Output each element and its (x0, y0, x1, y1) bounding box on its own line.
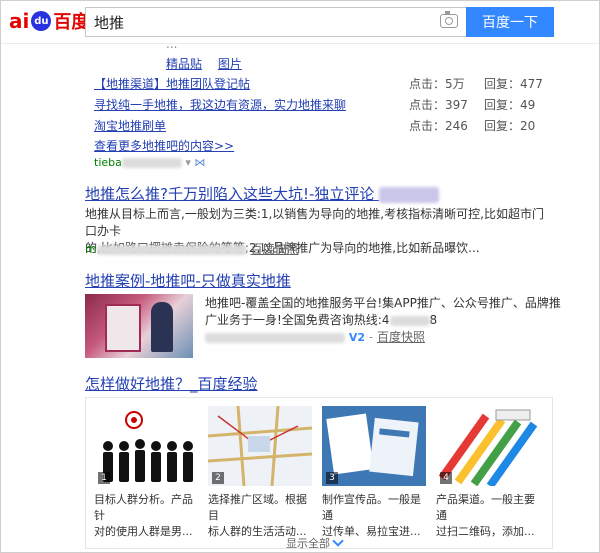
thread-title[interactable]: 【地推渠道】地推团队登记帖 (94, 75, 250, 92)
search-button[interactable]: 百度一下 (466, 7, 554, 37)
experience-image: 4 (436, 406, 540, 486)
abstract-text-tail: 8 (429, 313, 438, 327)
blurred-url (205, 332, 345, 343)
tab-images[interactable]: 图片 (218, 57, 242, 71)
thread-clicks: 点击：397 (409, 98, 468, 112)
experience-item[interactable]: 2 选择推广区域。根据目 标人群的生活活动... (208, 406, 312, 540)
thread-row: 寻找纯一手地推，我这边有资源，实力地推来聊 点击：397 回复：49 (94, 96, 554, 114)
experience-image: 1 (94, 406, 198, 486)
tieba-subtabs: 精品贴 图片 (166, 55, 254, 72)
logo-text-bai: ai (9, 9, 30, 33)
poster-image (105, 304, 141, 352)
dropdown-arrow-icon[interactable]: ▾ (185, 156, 191, 169)
experience-image: 2 (208, 406, 312, 486)
result-title[interactable]: 怎样做好地推？_百度经验 (85, 373, 258, 394)
caption-line: 对的使用人群是男... (94, 525, 193, 538)
blurred-title-tail (379, 186, 440, 203)
thread-row: 淘宝地推刷单 点击：246 回复：20 (94, 117, 554, 135)
search-input[interactable]: 地推 (85, 7, 466, 37)
person-image (151, 302, 173, 352)
thread-title[interactable]: 寻找纯一手地推，我这边有资源，实力地推来聊 (94, 96, 346, 113)
experience-caption: 产品渠道。一般主要通 过扫二维码，添加... (436, 492, 540, 540)
blurred-phone (389, 315, 430, 326)
experience-caption: 选择推广区域。根据目 标人群的生活活动... (208, 492, 312, 540)
caption-line: 过扫二维码，添加... (436, 525, 535, 538)
more-posts-link[interactable]: 查看更多地推吧的内容>> (94, 137, 234, 154)
abstract-text: 广业务于一身!全国免费咨询热线:4 (205, 313, 390, 327)
step-number: 2 (212, 472, 224, 484)
experience-item[interactable]: 1 目标人群分析。产品针 对的使用人群是男... (94, 406, 198, 540)
snapshot-link[interactable]: 百度快照 (377, 330, 425, 344)
caption-line: 制作宣传品。一般是通 (322, 493, 421, 522)
bow-icon: ⋈ (194, 156, 206, 169)
truncated-line: ... (166, 37, 178, 51)
browser-frame: ai du 百度 地推 百度一下 ... 精品贴 图片 【地推渠道】地推团队登记… (0, 0, 600, 553)
experience-card: 1 目标人群分析。产品针 对的使用人群是男... 2 选择推广区域。根据目 标人… (85, 397, 553, 551)
result-title[interactable]: 地推案例-地推吧-只做真实地推 (85, 270, 291, 291)
thread-replies: 回复：49 (484, 98, 536, 112)
step-number: 1 (98, 472, 110, 484)
camera-icon[interactable] (440, 11, 458, 28)
v2-badge: V2 (348, 331, 365, 344)
result-url: tieba ▾ ⋈ (94, 156, 205, 169)
thread-replies: 回复：20 (484, 119, 536, 133)
abstract-line: 地推吧-覆盖全国的地推服务平台!集APP推广、公众号推广、品牌推 (205, 296, 561, 310)
chevron-down-icon (332, 535, 344, 547)
snapshot-link[interactable]: 百度快照 (251, 242, 299, 256)
logo-paw-icon: du (31, 11, 52, 31)
baidu-logo[interactable]: ai du 百度 (9, 9, 89, 33)
thread-replies: 回复：477 (484, 77, 543, 91)
abstract-line: 广业务于一身!全国免费咨询热线:4 8 (205, 312, 555, 329)
blurred-url (121, 158, 182, 168)
experience-caption: 目标人群分析。产品针 对的使用人群是男... (94, 492, 198, 540)
caption-line: 产品渠道。一般主要通 (436, 493, 535, 522)
result-title-text: 地推怎么推?千万别陷入这些大坑!-独立评论 (85, 185, 375, 203)
tab-featured-posts[interactable]: 精品贴 (166, 57, 202, 71)
thread-clicks: 点击：5万 (409, 77, 465, 91)
abstract-line: 地推从目标上而言,一般划为三类:1,以销售为导向的地推,考核指标清晰可控,比如超… (85, 207, 544, 238)
caption-line: 目标人群分析。产品针 (94, 493, 193, 522)
step-number: 3 (326, 472, 338, 484)
thread-clicks: 点击：246 (409, 119, 468, 133)
experience-item[interactable]: 4 产品渠道。一般主要通 过扫二维码，添加... (436, 406, 540, 540)
blurred-url (96, 244, 247, 255)
thread-row: 【地推渠道】地推团队登记帖 点击：5万 回复：477 (94, 75, 554, 93)
show-all-button[interactable]: 显示全部 (286, 535, 344, 551)
result-title[interactable]: 地推怎么推?千万别陷入这些大坑!-独立评论 (85, 183, 440, 204)
result-abstract: 地推吧-覆盖全国的地推服务平台!集APP推广、公众号推广、品牌推 广业务于一身!… (205, 295, 561, 329)
step-number: 4 (440, 472, 452, 484)
logo-text-baidu: 百度 (53, 12, 90, 33)
experience-item[interactable]: 3 制作宣传品。一般是通 过传单、易拉宝进... (322, 406, 426, 540)
caption-line: 选择推广区域。根据目 (208, 493, 307, 522)
url-text: m (85, 242, 97, 256)
search-query: 地推 (94, 14, 125, 32)
url-text: tieba (94, 156, 122, 169)
show-all-label: 显示全部 (286, 537, 330, 550)
search-header: ai du 百度 地推 百度一下 (1, 1, 599, 44)
result-url: V2 - 百度快照 (205, 329, 555, 346)
result-thumbnail[interactable] (85, 294, 193, 358)
experience-caption: 制作宣传品。一般是通 过传单、易拉宝进... (322, 492, 426, 540)
result-url: m 百度快照 (85, 241, 299, 258)
thread-title[interactable]: 淘宝地推刷单 (94, 117, 166, 134)
experience-image: 3 (322, 406, 426, 486)
